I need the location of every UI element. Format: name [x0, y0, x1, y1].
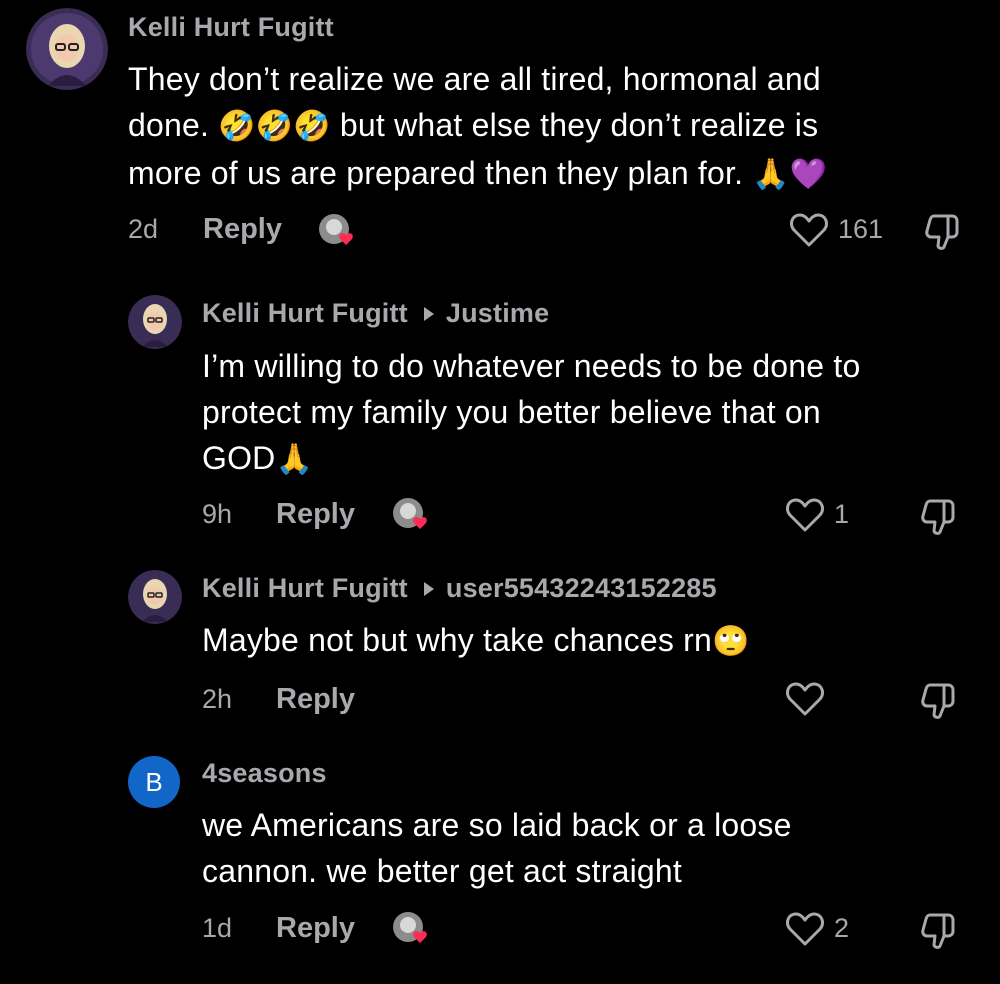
text-fragment: Maybe not but why take chances rn [202, 622, 712, 658]
reply-to-name[interactable]: Justime [446, 298, 549, 328]
comment-time: 2d [128, 214, 159, 244]
like-count: 1 [834, 499, 850, 529]
comment-text-line: I’m willing to do whatever needs to be d… [202, 348, 861, 384]
avatar-letter: B [145, 766, 163, 797]
like-count: 2 [834, 913, 850, 943]
comment-author[interactable]: Kelli Hurt Fugitt [128, 12, 334, 43]
comment-text: They don’t realize we are all tired, hor… [128, 56, 968, 198]
like-count: 161 [838, 214, 884, 244]
comment-time: 9h [202, 499, 233, 529]
pray-heart-emoji-icon: 🙏💜 [752, 158, 828, 191]
like-heart-icon[interactable] [786, 497, 824, 538]
avatar[interactable] [128, 570, 182, 624]
reply-arrow-icon [423, 581, 434, 596]
comment-text-line: protect my family you better believe tha… [202, 394, 821, 430]
comment-text: I’m willing to do whatever needs to be d… [202, 343, 982, 483]
comment-author[interactable]: Kelli Hurt Fugitt Justime [202, 298, 549, 329]
comment-text-line: cannon. we better get act straight [202, 853, 682, 889]
comment-text-line: more of us are prepared then they plan f… [128, 150, 968, 198]
dislike-icon[interactable] [918, 495, 960, 542]
creator-liked-badge-icon [392, 911, 427, 945]
comment-text: we Americans are so laid back or a loose… [202, 802, 982, 894]
comment-author[interactable]: Kelli Hurt Fugitt user55432243152285 [202, 573, 717, 604]
like-heart-icon[interactable] [786, 911, 824, 952]
text-fragment: GOD [202, 440, 276, 476]
comment-text: Maybe not but why take chances rn🙄 [202, 617, 982, 665]
rofl-emoji-icon: 🤣🤣🤣 [218, 110, 331, 143]
pray-emoji-icon: 🙏 [275, 443, 314, 476]
reply-arrow-icon [423, 306, 434, 321]
comment-text-line: done. 🤣🤣🤣 but what else they don’t reali… [128, 102, 968, 150]
author-name[interactable]: Kelli Hurt Fugitt [202, 573, 408, 603]
avatar[interactable] [26, 8, 108, 90]
like-heart-icon[interactable] [786, 681, 824, 722]
avatar[interactable]: B [128, 756, 180, 808]
reply-button[interactable]: Reply [276, 912, 355, 945]
comment-author[interactable]: 4seasons [202, 758, 327, 789]
like-heart-icon[interactable] [790, 212, 828, 253]
author-name[interactable]: Kelli Hurt Fugitt [202, 298, 408, 328]
comment-time: 2h [202, 684, 233, 714]
dislike-icon[interactable] [922, 210, 964, 257]
dislike-icon[interactable] [918, 909, 960, 956]
text-fragment: done. [128, 107, 219, 143]
reply-button[interactable]: Reply [203, 213, 282, 246]
reply-button[interactable]: Reply [276, 498, 355, 531]
comment-text-line: we Americans are so laid back or a loose [202, 807, 792, 843]
comment-text-line: GOD🙏 [202, 435, 982, 483]
creator-liked-badge-icon [392, 497, 427, 531]
comment-time: 1d [202, 913, 233, 943]
text-fragment: more of us are prepared then they plan f… [128, 155, 753, 191]
creator-liked-badge-icon [318, 213, 353, 247]
comment-text-line: They don’t realize we are all tired, hor… [128, 61, 821, 97]
avatar[interactable] [128, 295, 182, 349]
reply-button[interactable]: Reply [276, 683, 355, 716]
dislike-icon[interactable] [918, 679, 960, 726]
reply-to-name[interactable]: user55432243152285 [446, 573, 717, 603]
comment-text-line: Maybe not but why take chances rn🙄 [202, 617, 982, 665]
text-fragment: but what else they don’t realize is [330, 107, 819, 143]
eye-roll-emoji-icon: 🙄 [712, 625, 750, 658]
